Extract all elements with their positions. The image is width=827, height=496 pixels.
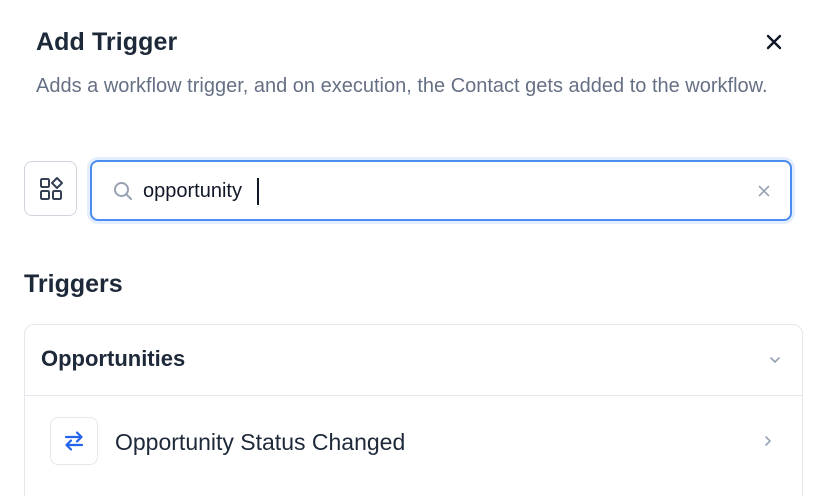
group-header-opportunities[interactable]: Opportunities [25,325,802,396]
search-input[interactable] [143,174,703,208]
trigger-icon-container [50,417,98,465]
panel-description: Adds a workflow trigger, and on executio… [36,75,768,97]
panel-title: Add Trigger [36,28,178,56]
search-field[interactable] [90,160,792,221]
view-toggle-button[interactable] [24,161,77,216]
close-icon [766,34,782,50]
text-cursor [257,178,259,205]
group-title: Opportunities [41,346,186,371]
trigger-item-label: Opportunity Status Changed [115,429,406,455]
search-icon [114,182,132,200]
chevron-right-icon [765,436,771,446]
clear-icon [758,185,770,197]
triggers-section-title: Triggers [24,270,123,298]
chevron-down-icon [770,357,780,363]
trigger-group-card: Opportunities Opportunity Status Changed [24,324,803,496]
close-button[interactable] [760,28,788,56]
add-trigger-panel: Add Trigger Adds a workflow trigger, and… [0,0,827,496]
clear-search-button[interactable] [752,179,776,203]
grid-view-icon [39,176,63,200]
trigger-item-opportunity-status-changed[interactable]: Opportunity Status Changed [25,396,802,488]
arrows-swap-icon [64,431,84,451]
